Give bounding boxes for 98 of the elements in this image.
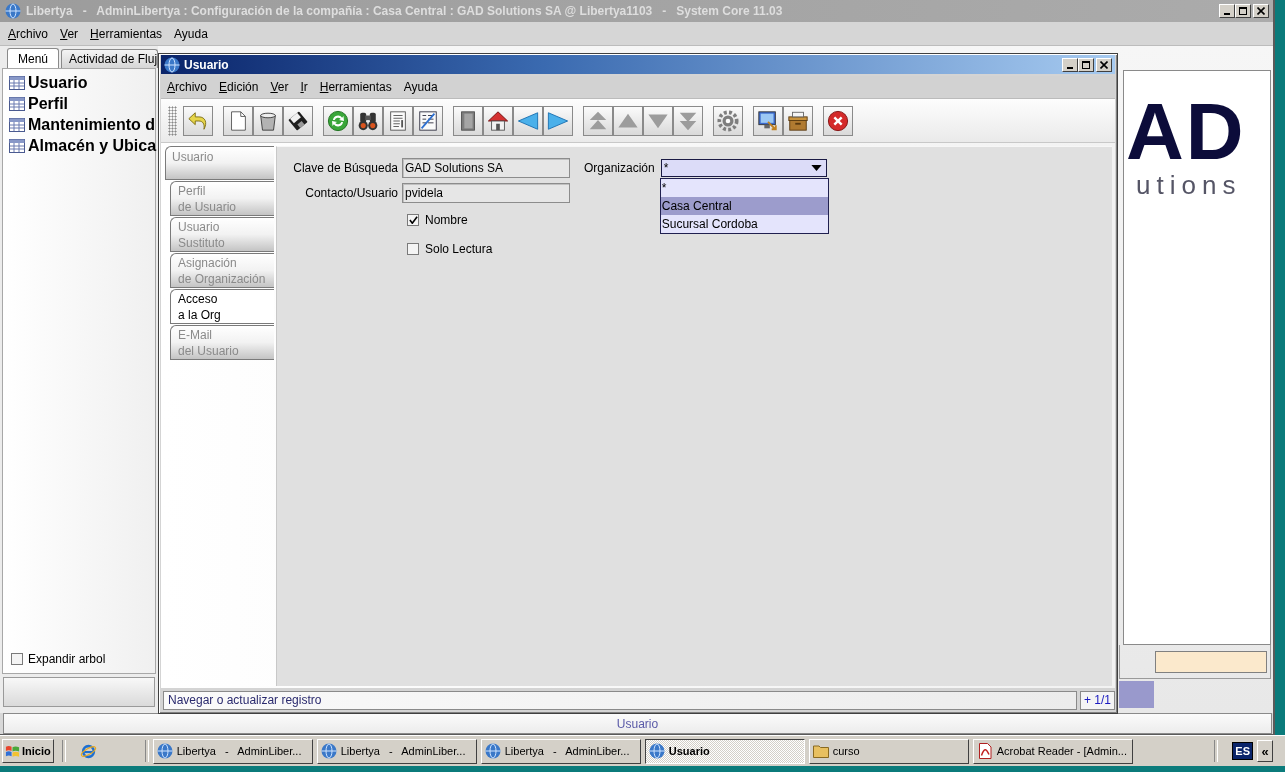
close-icon <box>827 109 849 132</box>
panel-tab[interactable]: Menú <box>7 48 60 68</box>
dropdown-option[interactable]: Sucursal Cordoba <box>660 215 828 233</box>
start-button[interactable]: Inicio <box>2 739 54 763</box>
text-field[interactable]: GAD Solutions SA <box>402 158 570 178</box>
checkbox-label: Solo Lectura <box>425 242 493 256</box>
checkbox-label: Expandir arbol <box>28 652 106 666</box>
triangle-right-icon <box>547 109 569 132</box>
maximize-icon <box>1082 60 1090 69</box>
status-text: Usuario <box>616 716 659 731</box>
maximize-button[interactable] <box>1235 4 1251 18</box>
folder-icon <box>812 743 829 759</box>
field-label: Organización <box>584 161 655 175</box>
document-icon <box>387 109 409 132</box>
gear-icon <box>717 109 739 132</box>
document-icon <box>976 743 993 759</box>
close-icon <box>1257 7 1265 15</box>
taskbar-button[interactable]: Libertya - AdminLiber... <box>480 738 641 764</box>
flag-icon <box>5 743 20 759</box>
menu-tree-item[interactable]: Usuario <box>3 72 155 93</box>
taskbar-button[interactable]: Acrobat Reader - [Admin... <box>972 738 1133 764</box>
record-counter[interactable]: + 1/1 <box>1080 690 1115 710</box>
triangle-left-icon <box>517 109 539 132</box>
window-title: Libertya - AdminLibertya : Configuración de la compañía : Casa Central : GAD Solutions SA @ Libertya1103 - System Core 11.03 <box>26 4 783 18</box>
toolbar-button[interactable] <box>753 105 783 136</box>
logo-mark: AD <box>1126 92 1246 172</box>
checklist-icon <box>417 109 439 132</box>
grip-icon[interactable] <box>168 105 177 136</box>
globe-icon <box>320 743 337 759</box>
table-icon <box>9 116 25 133</box>
close-button[interactable] <box>1253 4 1269 18</box>
table-icon <box>9 95 25 112</box>
table-icon <box>9 74 25 91</box>
toolbar-button[interactable] <box>283 105 313 136</box>
window-title: Usuario <box>184 57 229 72</box>
panel-tab[interactable]: Actividad de Fluj <box>61 49 158 68</box>
globe-icon <box>5 3 21 19</box>
field-label: Contacto/Usuario <box>304 186 398 200</box>
orbit-icon[interactable] <box>79 742 97 760</box>
logo-tagline: utions <box>1136 170 1242 200</box>
maximize-button[interactable] <box>1078 57 1094 72</box>
close-icon <box>1100 60 1108 69</box>
menu-tree-item[interactable]: Almacén y Ubica <box>3 135 155 156</box>
menu-item[interactable]: Ver <box>54 26 85 41</box>
tick-icon <box>408 216 418 224</box>
checkbox[interactable] <box>407 243 419 255</box>
maximize-icon <box>1239 7 1247 15</box>
table-icon <box>9 137 25 154</box>
globe-icon <box>156 743 173 759</box>
menu-tree-item[interactable]: Mantenimiento d <box>3 114 155 135</box>
menu-tree-item[interactable]: Perfil <box>3 93 155 114</box>
taskbar-button[interactable]: Libertya - AdminLiber... <box>152 738 313 764</box>
toolbar-button[interactable] <box>823 105 853 136</box>
dropdown-option[interactable]: Casa Central <box>660 197 828 215</box>
menu-item[interactable]: Herramientas <box>313 80 398 94</box>
menu-item[interactable]: Archivo <box>161 80 214 94</box>
refresh-icon <box>327 109 349 132</box>
house-icon <box>487 109 509 132</box>
checkbox[interactable] <box>407 214 419 226</box>
globe-icon <box>484 743 501 759</box>
menu-item[interactable]: Ver <box>264 80 295 94</box>
menu-item[interactable]: Ir <box>294 80 314 94</box>
close-button[interactable] <box>1096 57 1112 72</box>
dropdown-option[interactable]: * <box>660 179 828 197</box>
record-tab[interactable]: Acceso a la Org <box>170 289 274 324</box>
taskbar-button[interactable]: Libertya - AdminLiber... <box>316 738 477 764</box>
menu-item[interactable]: Edición <box>213 80 265 94</box>
double-chevron-up-icon <box>587 109 609 132</box>
globe-icon <box>164 56 180 73</box>
text-field[interactable]: pvidela <box>402 183 570 203</box>
toolbar-button[interactable] <box>353 105 383 136</box>
indicator-block <box>1119 681 1154 708</box>
language-indicator[interactable]: ES <box>1232 742 1253 760</box>
menu-item[interactable]: Ayuda <box>168 26 214 41</box>
menu-item[interactable]: Herramientas <box>84 26 169 41</box>
menu-item[interactable]: Ayuda <box>397 80 444 94</box>
minimize-icon <box>1067 66 1073 69</box>
toolbar-button[interactable] <box>483 105 513 136</box>
minimize-button[interactable] <box>1062 57 1078 72</box>
taskbar-button[interactable]: Usuario <box>644 738 805 764</box>
taskbar-button[interactable]: curso <box>808 738 969 764</box>
checkbox[interactable] <box>11 653 23 665</box>
show-hidden-button[interactable]: « <box>1257 740 1273 762</box>
field-label: Clave de Búsqueda <box>292 161 398 175</box>
caret-icon <box>810 165 822 171</box>
box-icon <box>787 109 809 132</box>
organization-combo[interactable]: * <box>660 159 827 177</box>
input-field[interactable] <box>1155 650 1267 673</box>
menu-item[interactable]: Archivo <box>2 26 55 41</box>
toolbar-button[interactable] <box>783 105 813 136</box>
minimize-button[interactable] <box>1219 4 1235 18</box>
checkbox-label: Nombre <box>425 213 468 227</box>
monitor-icon <box>757 109 779 132</box>
curved-arrow-icon <box>187 109 209 132</box>
status-message: Navegar o actualizar registro <box>163 690 1077 710</box>
globe-icon <box>648 743 665 759</box>
minimize-icon <box>1224 13 1230 15</box>
floppy-icon <box>287 109 309 132</box>
